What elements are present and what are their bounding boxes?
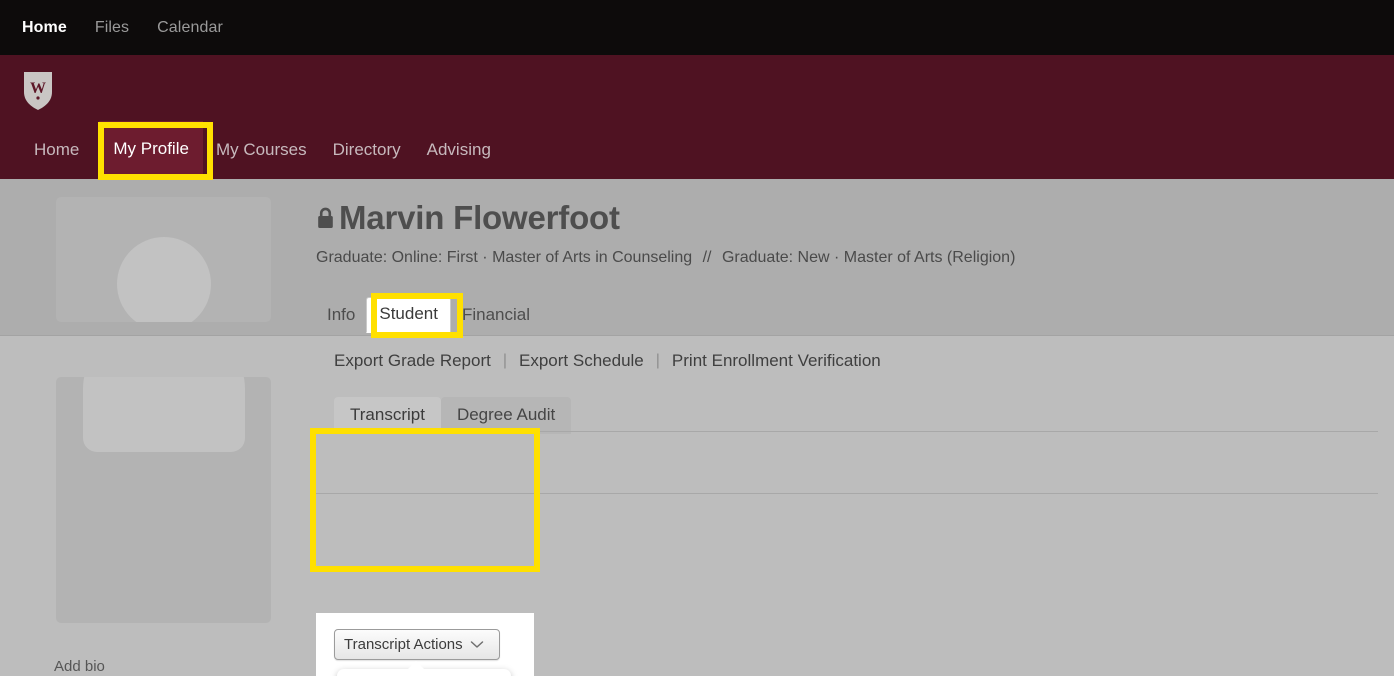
program-secondary: Graduate: New · Master of Arts (Religion…	[721, 249, 1016, 266]
profile-main: Marvin Flowerfoot Graduate: Online: Firs…	[316, 197, 1376, 267]
brand-nav-item-my-profile[interactable]: My Profile	[99, 121, 203, 179]
brand-nav-item-home[interactable]: Home	[34, 121, 99, 179]
transcript-actions-button[interactable]: Transcript Actions	[334, 629, 500, 660]
brand-nav-item-directory[interactable]: Directory	[320, 121, 414, 179]
global-nav-item-home[interactable]: Home	[22, 19, 67, 37]
tab-financial[interactable]: Financial	[451, 298, 541, 333]
program-primary: Graduate: Online: First · Master of Arts…	[316, 249, 693, 266]
page-title: Marvin Flowerfoot	[339, 199, 620, 236]
add-bio-label: Add bio	[54, 658, 105, 675]
tab-info[interactable]: Info	[316, 298, 366, 333]
avatar-body-shape	[82, 377, 245, 452]
transcript-actions-label: Transcript Actions	[344, 636, 463, 653]
profile-sidebar	[56, 197, 271, 322]
transcript-actions-menu: Export Transcript	[337, 661, 511, 676]
link-separator-1: |	[502, 352, 508, 369]
profile-programs: Graduate: Online: First · Master of Arts…	[316, 249, 1376, 267]
app-window: Home Files Calendar W Home My Profile My…	[0, 0, 1394, 676]
avatar-head-shape	[116, 237, 211, 322]
add-bio-field[interactable]: Add bio	[54, 658, 272, 676]
panel-divider-mid	[316, 493, 1378, 494]
chevron-down-icon	[470, 636, 484, 654]
transcript-panel	[316, 431, 1378, 576]
tab-transcript[interactable]: Transcript	[334, 397, 441, 434]
global-nav-item-files[interactable]: Files	[95, 19, 129, 37]
tab-student[interactable]: Student	[366, 297, 451, 333]
brand-nav: Home My Profile My Courses Directory Adv…	[0, 121, 1394, 179]
record-tabs: Transcript Degree Audit	[334, 397, 572, 434]
brand-header: W Home My Profile My Courses Directory A…	[0, 55, 1394, 179]
global-nav-bar: Home Files Calendar	[0, 0, 1394, 55]
brand-nav-item-advising[interactable]: Advising	[414, 121, 504, 179]
export-grade-report-link[interactable]: Export Grade Report	[334, 351, 491, 371]
export-schedule-link[interactable]: Export Schedule	[519, 351, 644, 371]
tab-degree-audit[interactable]: Degree Audit	[440, 397, 572, 434]
profile-name-row: Marvin Flowerfoot	[316, 197, 1376, 239]
student-action-links: Export Grade Report | Export Schedule | …	[334, 351, 881, 371]
shield-w-logo-icon[interactable]: W	[22, 71, 54, 111]
svg-text:W: W	[30, 80, 46, 97]
link-separator-2: |	[655, 352, 660, 369]
program-separator: //	[702, 249, 712, 266]
lock-icon	[316, 206, 335, 230]
avatar-lower[interactable]	[56, 377, 271, 623]
panel-divider-top	[316, 431, 1378, 432]
profile-tabs: Info Student Financial	[316, 297, 541, 333]
brand-nav-item-my-courses[interactable]: My Courses	[203, 121, 320, 179]
global-nav-item-calendar[interactable]: Calendar	[157, 19, 223, 37]
avatar[interactable]	[56, 197, 271, 322]
menu-caret-icon	[407, 661, 425, 670]
print-enrollment-verification-link[interactable]: Print Enrollment Verification	[672, 351, 881, 371]
page-body: Add bio 9:38 AM local time	[0, 179, 1394, 676]
